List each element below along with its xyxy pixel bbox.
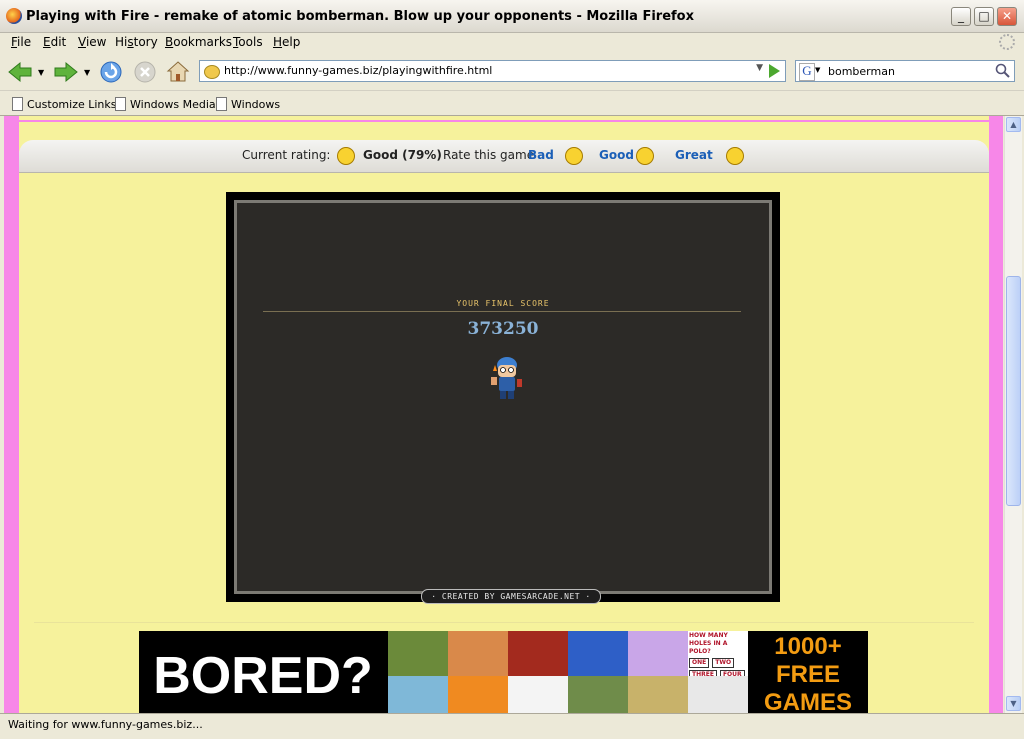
vertical-scrollbar[interactable]: ▲ ▼ bbox=[1004, 116, 1022, 713]
menu-bookmarks[interactable]: Bookmarks bbox=[165, 35, 232, 49]
close-button[interactable]: ✕ bbox=[997, 7, 1017, 26]
bookmark-customize-links[interactable]: Customize Links bbox=[12, 97, 117, 111]
thumbnail-stickman bbox=[508, 676, 568, 713]
home-button[interactable] bbox=[164, 58, 192, 86]
window-title-bar: Playing with Fire - remake of atomic bom… bbox=[0, 0, 1024, 33]
site-favicon bbox=[204, 65, 220, 79]
url-text: http://www.funny-games.biz/playingwithfi… bbox=[224, 64, 493, 77]
ad-banner[interactable]: BORED? HOW MANY HOLES IN A POLO? ONE TWO … bbox=[139, 631, 868, 713]
double-thumbs-up-smiley-icon[interactable] bbox=[726, 147, 744, 165]
go-icon bbox=[769, 64, 780, 78]
search-button[interactable] bbox=[994, 62, 1012, 80]
rate-game-label: Rate this game bbox=[443, 148, 535, 162]
stop-icon bbox=[134, 61, 156, 83]
back-icon bbox=[8, 61, 32, 83]
firefox-icon bbox=[6, 8, 22, 24]
minimize-button[interactable]: _ bbox=[951, 7, 971, 26]
reload-button[interactable] bbox=[97, 58, 125, 86]
thumbnail-quiz: HOW MANY HOLES IN A POLO? ONE TWO THREE FO… bbox=[688, 631, 748, 680]
scroll-down-icon[interactable]: ▼ bbox=[1006, 696, 1021, 711]
thumbs-down-smiley-icon[interactable] bbox=[565, 147, 583, 165]
thumbnail-bmx bbox=[688, 676, 748, 713]
thumbnail-shooter bbox=[628, 676, 688, 713]
window-title: Playing with Fire - remake of atomic bom… bbox=[26, 9, 695, 24]
rate-great-link[interactable]: Great bbox=[675, 148, 713, 162]
credit-badge[interactable]: · CREATED BY GAMESARCADE.NET · bbox=[421, 589, 601, 604]
menu-tools[interactable]: Tools bbox=[233, 35, 263, 49]
game-canvas[interactable]: YOUR FINAL SCORE 373250 · CREATED BY GAM… bbox=[234, 200, 772, 604]
thumbs-up-smiley-icon[interactable] bbox=[636, 147, 654, 165]
forward-icon bbox=[54, 61, 78, 83]
search-bar[interactable]: G ▼ bomberman bbox=[795, 60, 1015, 82]
bomberman-character bbox=[487, 353, 527, 406]
banner-promo: 1000+ FREE GAMES bbox=[748, 631, 868, 713]
thumbnail-mario bbox=[388, 676, 448, 713]
thumbnail-bike bbox=[448, 676, 508, 713]
bookmark-windows-media[interactable]: Windows Media bbox=[115, 97, 216, 111]
banner-headline: BORED? bbox=[139, 631, 387, 713]
thumbnail-yoda bbox=[388, 631, 448, 676]
forward-dropdown-icon[interactable]: ▼ bbox=[84, 68, 90, 77]
menu-history[interactable]: History bbox=[115, 35, 158, 49]
page-icon bbox=[216, 97, 227, 111]
search-engine-icon[interactable]: G bbox=[799, 63, 815, 81]
scroll-up-icon[interactable]: ▲ bbox=[1006, 117, 1021, 132]
maximize-button[interactable]: □ bbox=[974, 7, 994, 26]
rating-bar: Current rating: Good (79%) Rate this gam… bbox=[19, 140, 989, 173]
menu-help[interactable]: Help bbox=[273, 35, 300, 49]
reload-icon bbox=[100, 61, 122, 83]
bookmarks-toolbar: Customize Links Windows Media Windows bbox=[0, 91, 1024, 116]
thumbnail-face bbox=[508, 631, 568, 676]
rate-bad-link[interactable]: Bad bbox=[528, 148, 554, 162]
thumbnail-sonic bbox=[568, 631, 628, 676]
rate-good-link[interactable]: Good bbox=[599, 148, 634, 162]
back-dropdown-icon[interactable]: ▼ bbox=[38, 68, 44, 77]
thumbnail-bubbles bbox=[628, 631, 688, 676]
page-icon bbox=[12, 97, 23, 111]
page-icon bbox=[115, 97, 126, 111]
section-divider bbox=[34, 622, 974, 623]
thumbnail-atv bbox=[568, 676, 628, 713]
menu-edit[interactable]: Edit bbox=[43, 35, 66, 49]
back-button[interactable] bbox=[6, 58, 34, 86]
final-score-value: 373250 bbox=[467, 319, 539, 339]
banner-thumbnails: HOW MANY HOLES IN A POLO? ONE TWO THREE FO… bbox=[388, 631, 748, 713]
home-icon bbox=[166, 61, 190, 82]
search-engine-dropdown-icon[interactable]: ▼ bbox=[815, 66, 820, 74]
final-score-label: YOUR FINAL SCORE bbox=[456, 299, 550, 308]
forward-button[interactable] bbox=[52, 58, 80, 86]
url-dropdown-icon[interactable]: ▼ bbox=[756, 63, 763, 73]
current-rating-value: Good (79%) bbox=[363, 148, 442, 162]
menu-file[interactable]: File bbox=[11, 35, 31, 49]
search-input[interactable]: bomberman bbox=[828, 65, 895, 78]
status-text: Waiting for www.funny-games.biz... bbox=[8, 718, 203, 731]
search-icon bbox=[995, 63, 1010, 78]
current-rating-label: Current rating: bbox=[242, 148, 331, 162]
go-button[interactable] bbox=[764, 61, 784, 81]
thumbnail-kiss bbox=[448, 631, 508, 676]
stop-button[interactable] bbox=[131, 58, 159, 86]
menu-view[interactable]: View bbox=[78, 35, 106, 49]
menu-bar: File Edit View History Bookmarks Tools H… bbox=[0, 33, 1024, 54]
status-bar: Waiting for www.funny-games.biz... bbox=[0, 713, 1024, 739]
address-bar[interactable]: http://www.funny-games.biz/playingwithfi… bbox=[199, 60, 786, 82]
scroll-thumb[interactable] bbox=[1006, 276, 1021, 506]
bookmark-windows[interactable]: Windows bbox=[216, 97, 280, 111]
throbber-icon bbox=[999, 34, 1015, 50]
page-viewport: Current rating: Good (79%) Rate this gam… bbox=[4, 116, 1003, 713]
top-panel-edge bbox=[19, 116, 989, 120]
score-divider bbox=[263, 311, 741, 312]
rating-smiley-icon bbox=[337, 147, 355, 165]
